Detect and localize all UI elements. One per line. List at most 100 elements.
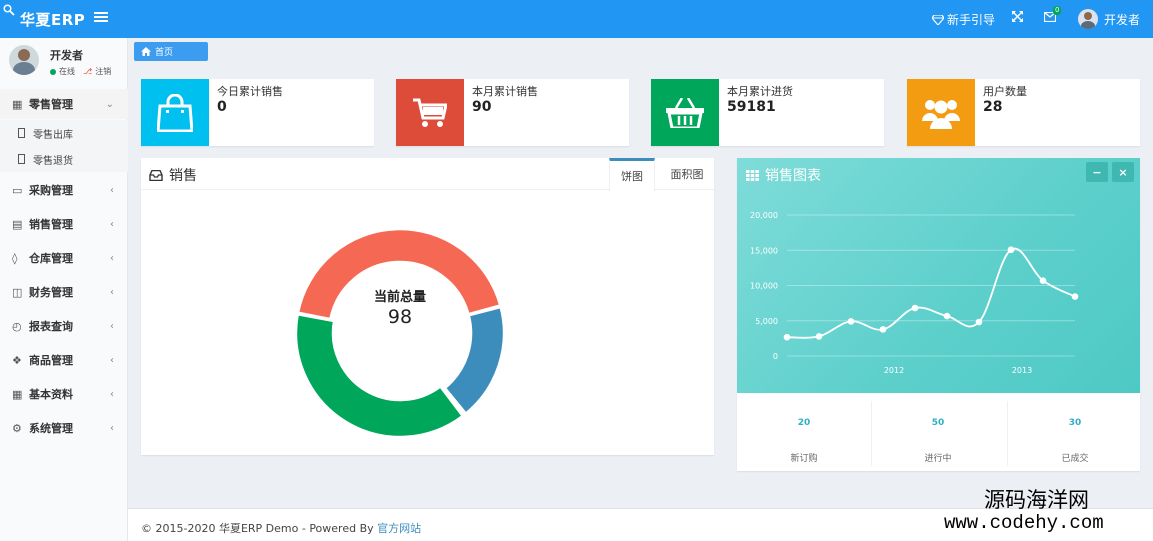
logout-icon[interactable]: ⎇ [83,67,92,76]
stat-closed: 30 已成交 [1008,401,1142,466]
sidebar-item-label: 财务管理 [29,286,73,299]
shopping-cart-icon [413,98,447,127]
data-point [1007,246,1015,254]
diamond-icon [932,14,944,25]
info-box-today-sales: 今日累计销售 0 [141,79,374,146]
sidebar-item-warehouse[interactable]: ◊ 仓库管理 ‹ [0,243,128,273]
chevron-left-icon: ‹ [110,286,114,298]
avatar [9,45,39,75]
data-point [911,304,919,312]
dropbox-icon: ❖ [12,353,22,367]
sidebar-item-label: 销售管理 [29,218,73,231]
sidebar-item-system[interactable]: ⚙ 系统管理 ‹ [0,413,128,443]
y-tick-label: 5,000 [755,317,778,326]
sidebar-user-name: 开发者 [50,49,83,62]
sidebar-item-purchase[interactable]: ▭ 采购管理 ‹ [0,175,128,205]
series-line [786,247,1076,339]
user-avatar [1078,9,1098,29]
info-label: 本月累计销售 [472,85,538,98]
data-point [879,326,887,333]
data-point [1039,277,1047,284]
x-tick-label: 2012 [884,366,904,375]
list-icon: ▦ [12,97,23,111]
sidebar-subitem-label: 零售出库 [33,129,73,141]
donut-center-value: 98 [387,306,413,328]
info-label: 今日累计销售 [217,85,283,98]
stat-new-orders: 20 新订购 [737,401,871,466]
y-tick-label: 10,000 [750,282,778,291]
info-icon-bg [141,79,209,146]
data-point [975,318,983,326]
sidebar-item-label: 采购管理 [29,184,73,197]
data-point [847,318,855,325]
chart-title-label: 销售图表 [765,168,821,184]
chevron-left-icon: ‹ [110,354,114,366]
stat-value: 20 [797,418,811,428]
briefcase-icon: ▤ [12,217,23,231]
info-label: 本月累计进货 [727,85,793,98]
guide-link[interactable]: 新手引导 [932,11,995,28]
status-online: 在线 [59,67,75,76]
chevron-left-icon: ‹ [110,218,114,230]
info-value: 28 [983,99,1003,115]
info-icon-bg [907,79,975,146]
sidebar-subitem-retail-out[interactable]: 零售出库 [0,120,128,146]
info-icon-bg [396,79,464,146]
info-box-user-count: 用户数量 28 [907,79,1140,146]
info-label: 用户数量 [983,85,1027,98]
stat-value: 50 [931,418,945,428]
breadcrumb[interactable]: 首页 [134,42,208,61]
sidebar-item-retail[interactable]: ▦ 零售管理 ⌄ [0,89,128,119]
sidebar-item-label: 商品管理 [29,354,73,367]
user-panel: 开发者 在线 ⎇ 注销 [0,38,128,84]
sales-chart-panel: 0 5,000 10,000 15,000 20,000 2012 2013 销售图表 − … [737,158,1140,471]
y-tick-label: 0 [773,352,778,361]
home-icon [141,47,151,56]
x-tick-label: 2013 [1012,366,1032,375]
info-value: 59181 [727,99,776,115]
minimize-button[interactable]: − [1086,162,1108,182]
donut-center-label: 当前总量 [373,290,426,305]
sidebar-item-products[interactable]: ❖ 商品管理 ‹ [0,345,128,375]
sidebar-subitem-retail-return[interactable]: 零售退货 [0,146,128,172]
sidebar-item-label: 基本资料 [29,388,73,401]
info-icon-bg [651,79,719,146]
data-point [783,333,791,341]
guide-label: 新手引导 [947,13,996,27]
watermark-line-2: www.codehy.com [944,512,1104,534]
sidebar-item-sales[interactable]: ▤ 销售管理 ‹ [0,209,128,239]
app-logo[interactable]: 华夏ERP [20,9,85,30]
stat-label: 已成交 [1061,454,1089,464]
shopping-basket-icon [666,97,704,128]
users-icon [922,99,960,129]
sidebar-item-finance[interactable]: ◫ 财务管理 ‹ [0,277,128,307]
user-menu[interactable]: 开发者 [1078,9,1140,29]
info-value: 90 [472,99,492,115]
fullscreen-icon[interactable] [1012,11,1023,26]
chart-title: 销售图表 [746,165,821,185]
file-icon [18,154,25,164]
logout-link[interactable]: 注销 [95,66,111,77]
sidebar-item-label: 零售管理 [29,98,73,111]
sidebar-item-basic-data[interactable]: ▦ 基本资料 ‹ [0,379,128,409]
chevron-left-icon: ‹ [110,320,114,332]
copyright-text: © 2015-2020 华夏ERP Demo - Powered By [141,522,378,535]
chevron-left-icon: ‹ [110,184,114,196]
gear-icon: ⚙ [12,421,22,435]
stat-label: 进行中 [924,454,952,464]
sidebar: 开发者 在线 ⎇ 注销 ▦ 零售管理 ⌄ 零售出库 零售退货 ▭ 采购管理 ‹ … [0,38,128,541]
footer-text: © 2015-2020 华夏ERP Demo - Powered By 官方网站 [141,520,421,536]
sidebar-item-reports[interactable]: ◴ 报表查询 ‹ [0,311,128,341]
layers-icon: ◊ [12,251,18,265]
shopping-bag-icon [157,93,193,132]
info-box-month-purchase: 本月累计进货 59181 [651,79,884,146]
donut-slice [294,312,465,439]
chevron-left-icon: ‹ [110,252,114,264]
official-site-link[interactable]: 官方网站 [377,522,421,535]
sidebar-toggle-icon[interactable] [94,10,108,24]
close-button[interactable]: × [1112,162,1134,182]
mail-badge: 0 [1053,6,1062,15]
line-chart: 0 5,000 10,000 15,000 20,000 2012 2013 [750,211,1079,375]
user-status: 在线 ⎇ 注销 [50,66,111,77]
y-tick-label: 15,000 [750,246,778,255]
